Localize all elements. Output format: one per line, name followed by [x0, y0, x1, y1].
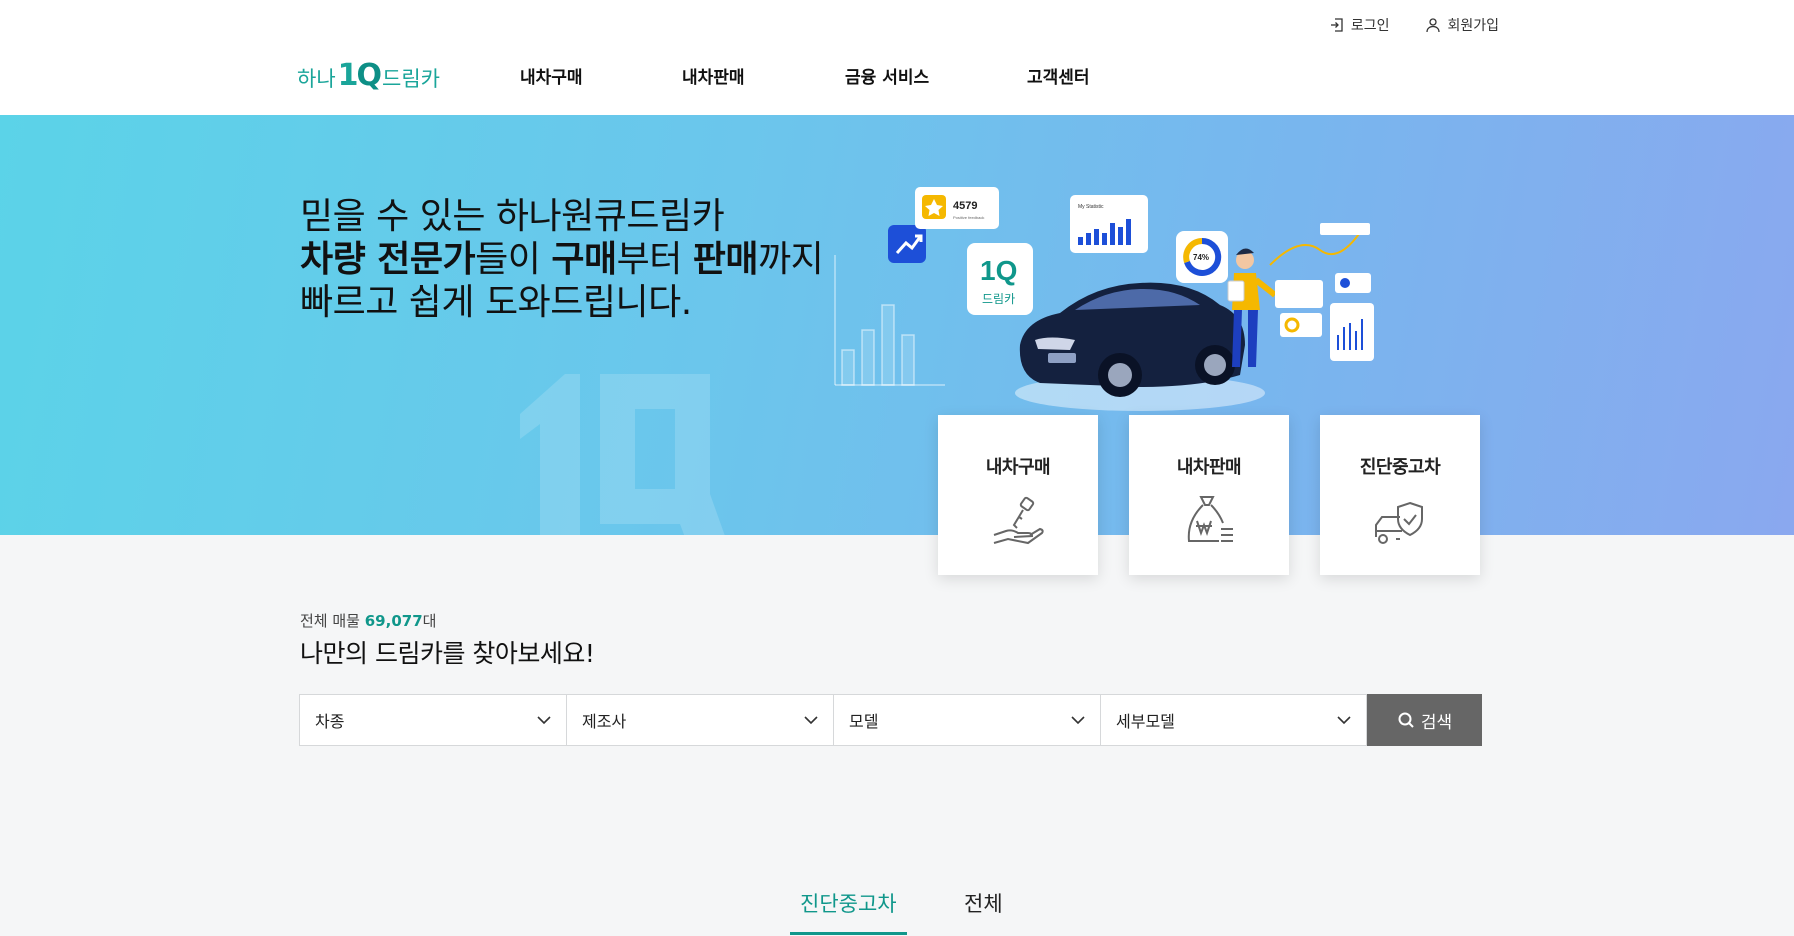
quick-card-certified[interactable]: 진단중고차 [1320, 415, 1480, 575]
badge-1q: 1Q [980, 255, 1017, 286]
count-value: 69,077 [364, 612, 423, 630]
hero-text-c: 까지 [758, 239, 824, 280]
login-label: 로그인 [1350, 18, 1390, 34]
watermark-1q-icon [520, 374, 725, 535]
select-model[interactable]: 모델 [833, 694, 1100, 746]
hero-text-b: 부터 [616, 239, 693, 280]
tab-all[interactable]: 전체 [954, 888, 1013, 932]
select-value: 차종 [315, 712, 345, 731]
nav-customer-center[interactable]: 고객센터 [1027, 63, 1090, 88]
main-navigation: 내차구매 내차판매 금융 서비스 고객센터 [0, 63, 1794, 93]
login-link[interactable]: 로그인 [1329, 15, 1390, 35]
hero-headline: 믿을 수 있는 하나원큐드림카 차량 전문가들이 구매부터 판매까지 빠르고 쉽… [300, 195, 824, 324]
count-suffix: 대 [422, 612, 437, 630]
hero-line-3: 빠르고 쉽게 도와드립니다. [300, 282, 692, 323]
hero-line-1: 믿을 수 있는 하나원큐드림카 [300, 196, 725, 237]
search-button-label: 검색 [1420, 712, 1453, 733]
quick-card-label: 진단중고차 [1359, 457, 1441, 478]
site-header: 로그인 회원가입 하나 1Q 드림카 내차구매 내차판매 금융 서비스 고객센터 [0, 0, 1794, 115]
quick-card-label: 내차판매 [1176, 457, 1242, 478]
hand-key-icon [993, 496, 1044, 545]
user-icon [1426, 18, 1441, 33]
car-shield-icon [1375, 501, 1423, 544]
signup-link[interactable]: 회원가입 [1425, 15, 1499, 35]
badge-dreamcar: 드림카 [982, 292, 1015, 306]
chevron-down-icon [1337, 716, 1351, 725]
percent-value: 74% [1193, 253, 1209, 262]
search-icon [1398, 712, 1414, 728]
signup-label: 회원가입 [1447, 18, 1499, 34]
search-headline: 나만의 드림카를 찾아보세요! [300, 639, 595, 668]
listing-count: 전체 매물 69,077대 [300, 610, 436, 631]
hero-banner: 믿을 수 있는 하나원큐드림카 차량 전문가들이 구매부터 판매까지 빠르고 쉽… [0, 115, 1794, 535]
money-bag-icon [1187, 496, 1233, 542]
car-search-bar: 차종 제조사 모델 세부모델 검색 [299, 694, 1482, 746]
quick-card-label: 내차구매 [985, 457, 1051, 478]
chevron-down-icon [1071, 716, 1085, 725]
tab-certified-used[interactable]: 진단중고차 [790, 888, 907, 935]
listing-tabs: 진단중고차 전체 [0, 888, 1794, 935]
select-value: 세부모델 [1116, 712, 1175, 731]
utility-menu: 로그인 회원가입 [1329, 15, 1499, 35]
count-prefix: 전체 매물 [300, 612, 365, 630]
hero-bold-buy: 구매 [551, 239, 617, 280]
quick-card-sell[interactable]: 내차판매 [1129, 415, 1289, 575]
select-value: 모델 [849, 712, 879, 731]
login-icon [1330, 18, 1343, 32]
nav-finance-service[interactable]: 금융 서비스 [845, 63, 929, 88]
feedback-count: 4579 [953, 200, 977, 212]
hero-line-2: 차량 전문가들이 구매부터 판매까지 [300, 238, 824, 281]
select-manufacturer[interactable]: 제조사 [566, 694, 833, 746]
nav-sell-car[interactable]: 내차판매 [682, 63, 745, 88]
feedback-caption: Positive feedback [953, 215, 984, 220]
hero-text-a: 들이 [475, 239, 552, 280]
hero-bold-sell: 판매 [692, 239, 759, 280]
select-value: 제조사 [582, 712, 627, 731]
nav-buy-car[interactable]: 내차구매 [520, 63, 583, 88]
quick-card-buy[interactable]: 내차구매 [938, 415, 1098, 575]
hero-bold-expert: 차량 전문가 [300, 239, 476, 280]
search-button[interactable]: 검색 [1367, 694, 1482, 746]
hero-watermark-logo [520, 345, 750, 535]
select-sub-model[interactable]: 세부모델 [1100, 694, 1367, 746]
chevron-down-icon [537, 716, 551, 725]
stat-title: My Statistic [1078, 204, 1104, 210]
chevron-down-icon [804, 716, 818, 725]
select-car-type[interactable]: 차종 [299, 694, 566, 746]
